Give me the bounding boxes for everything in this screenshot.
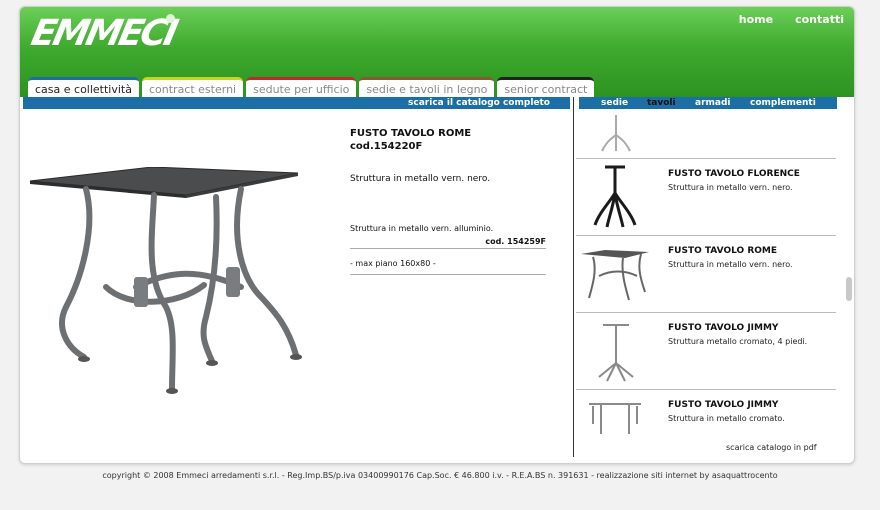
tab-casa-e-collettivita[interactable]: casa e collettività	[28, 77, 139, 97]
table-base-thumbnail	[589, 403, 641, 434]
table-base-thumbnail	[581, 250, 649, 301]
list-item[interactable]	[576, 109, 836, 159]
catalog-bar: scarica il catalogo completo	[23, 97, 570, 109]
table-base-thumbnail	[598, 324, 634, 382]
column-divider	[573, 97, 574, 457]
tab-contract-esterni[interactable]: contract esterni	[141, 77, 244, 97]
product-info: FUSTO TAVOLO ROME cod.154220F Struttura …	[350, 127, 546, 275]
list-item[interactable]: FUSTO TAVOLO JIMMY Struttura in metallo …	[576, 390, 836, 463]
top-nav: home contatti	[739, 13, 844, 26]
nav-home-link[interactable]: home	[739, 13, 773, 26]
list-item-description: Struttura in metallo vern. nero.	[668, 183, 793, 192]
list-item-name: FUSTO TAVOLO ROME	[668, 246, 777, 256]
download-catalog-link[interactable]: scarica il catalogo completo	[408, 97, 550, 109]
variant-code: cod. 154259F	[350, 237, 546, 249]
product-list: FUSTO TAVOLO FLORENCE Struttura in metal…	[576, 109, 836, 463]
subnav-complementi[interactable]: complementi	[750, 97, 816, 109]
tab-sedie-e-tavoli-in-legno[interactable]: sedie e tavoli in legno	[359, 77, 495, 97]
tab-sedute-per-ufficio[interactable]: sedute per ufficio	[246, 77, 357, 97]
subnav-armadi[interactable]: armadi	[695, 97, 731, 109]
category-tabs: casa e collettività contract esterni sed…	[28, 77, 595, 97]
list-item[interactable]: FUSTO TAVOLO FLORENCE Struttura in metal…	[576, 159, 836, 236]
list-item-name: FUSTO TAVOLO JIMMY	[668, 400, 779, 410]
product-description: Struttura in metallo vern. nero.	[350, 174, 491, 184]
product-note: - max piano 160x80 -	[350, 259, 546, 275]
site-header: EMMECI home contatti casa e collettività…	[20, 7, 854, 97]
tab-senior-contract[interactable]: senior contract	[497, 77, 595, 97]
table-base-thumbnail	[593, 165, 637, 228]
list-item[interactable]: FUSTO TAVOLO ROME Struttura in metallo v…	[576, 236, 836, 313]
list-item-name: FUSTO TAVOLO JIMMY	[668, 323, 779, 333]
product-code: cod.154220F	[350, 141, 423, 152]
list-item-description: Struttura in metallo cromato.	[668, 414, 785, 423]
subcategory-nav: sedie tavoli armadi complementi	[579, 97, 837, 109]
scrollbar-thumb[interactable]	[846, 277, 852, 301]
list-item-description: Struttura metallo cromato, 4 piedi.	[668, 337, 808, 346]
download-pdf-link[interactable]: scarica catalogo in pdf	[726, 443, 817, 452]
variant-description: Struttura in metallo vern. alluminio.	[350, 224, 494, 233]
list-item[interactable]: FUSTO TAVOLO JIMMY Struttura metallo cro…	[576, 313, 836, 390]
product-title: FUSTO TAVOLO ROME	[350, 128, 472, 139]
subnav-sedie[interactable]: sedie	[601, 97, 628, 109]
list-item-name: FUSTO TAVOLO FLORENCE	[668, 169, 800, 179]
logo-dot	[166, 14, 175, 23]
list-item-description: Struttura in metallo vern. nero.	[668, 260, 793, 269]
footer-copyright: copyright © 2008 Emmeci arredamenti s.r.…	[102, 471, 778, 480]
table-base-thumbnail	[601, 115, 631, 152]
page-frame: EMMECI home contatti casa e collettività…	[19, 6, 855, 464]
logo[interactable]: EMMECI	[28, 13, 179, 54]
nav-contatti-link[interactable]: contatti	[795, 13, 844, 26]
list-scrollbar[interactable]	[845, 97, 853, 457]
subnav-tavoli[interactable]: tavoli	[647, 97, 676, 109]
product-image	[26, 166, 326, 402]
